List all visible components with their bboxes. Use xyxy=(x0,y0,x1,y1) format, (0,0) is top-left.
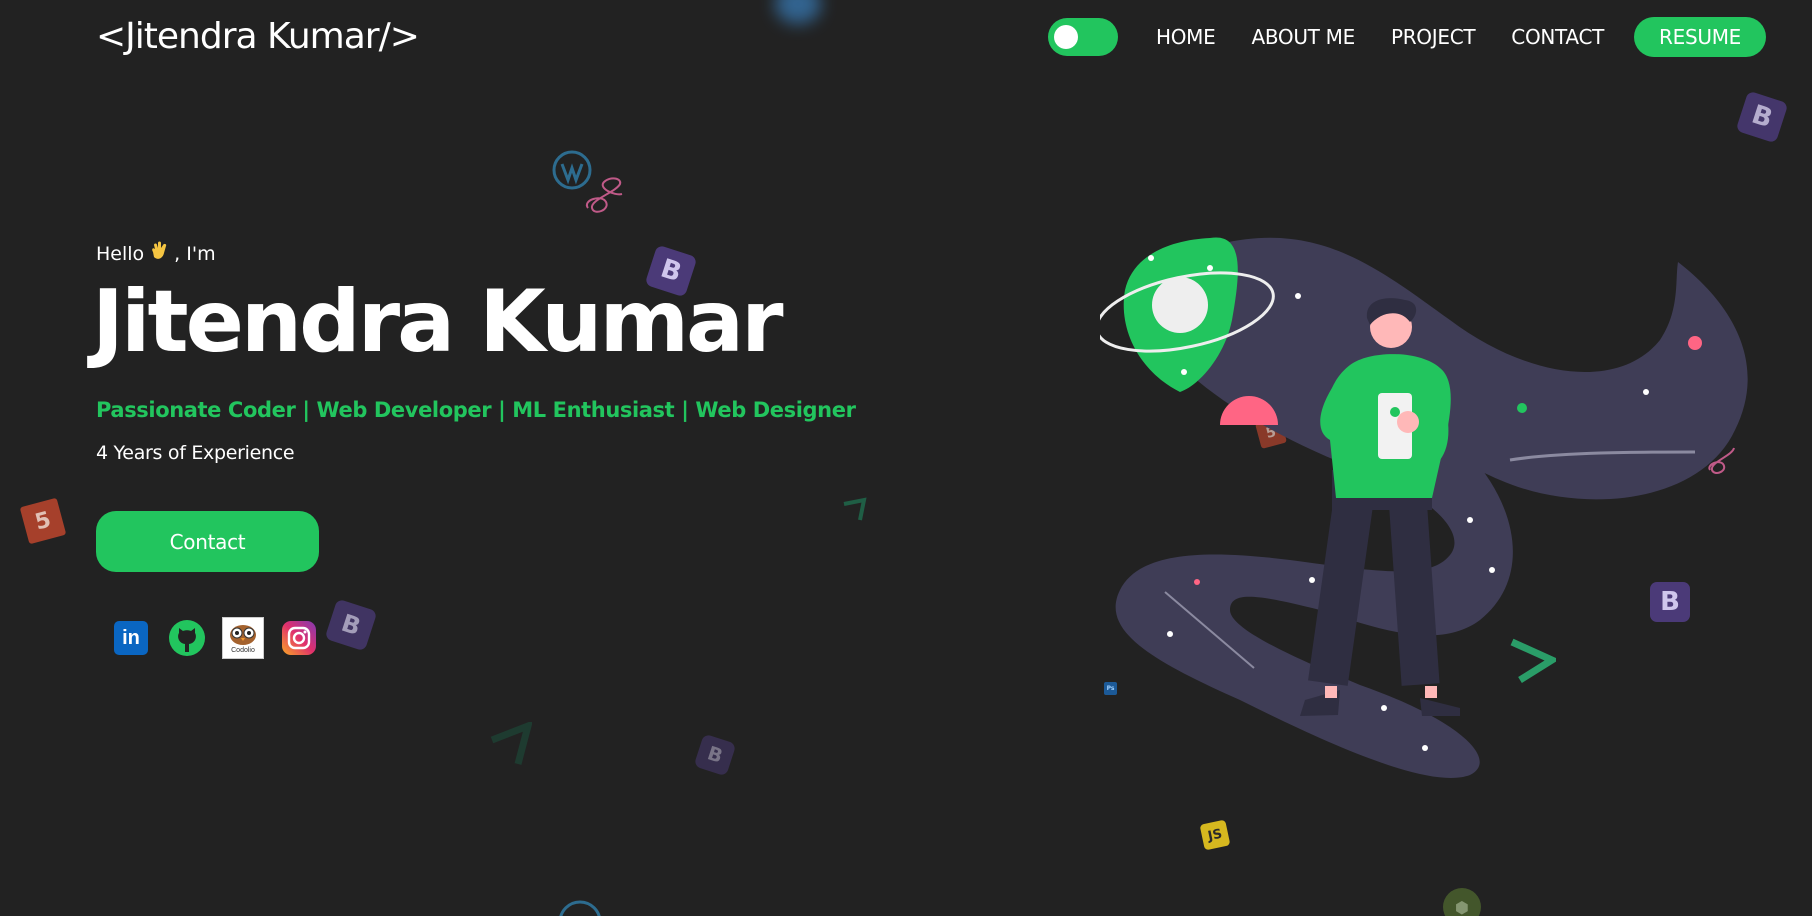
html5-icon: 5 xyxy=(19,497,67,545)
github-icon xyxy=(169,620,205,656)
contact-button[interactable]: Contact xyxy=(96,511,319,572)
instagram-icon xyxy=(282,621,316,655)
greeting: Hello , I'm xyxy=(96,240,216,267)
hero-illustration xyxy=(1100,237,1748,778)
linkedin-link[interactable]: in xyxy=(110,617,152,659)
bootstrap-icon: B xyxy=(693,733,737,777)
linkedin-icon: in xyxy=(114,621,148,655)
resume-button[interactable]: RESUME xyxy=(1634,17,1766,57)
github-link[interactable] xyxy=(166,617,208,659)
nav-contact[interactable]: CONTACT xyxy=(1511,25,1604,49)
greeting-prefix: Hello xyxy=(96,242,145,265)
codolio-icon: Codolio xyxy=(222,617,264,659)
greeting-suffix: , I'm xyxy=(174,242,216,265)
vue-icon xyxy=(490,722,532,765)
nav-about[interactable]: ABOUT ME xyxy=(1251,25,1355,49)
waving-hand-icon xyxy=(148,240,170,267)
nav-home[interactable]: HOME xyxy=(1156,25,1216,49)
blurred-blob xyxy=(775,0,821,24)
nodejs-icon: ⬢ xyxy=(1443,888,1481,916)
toggle-knob xyxy=(1053,25,1078,49)
nav-project[interactable]: PROJECT xyxy=(1391,25,1476,49)
planet-crater xyxy=(1152,277,1208,333)
instagram-link[interactable] xyxy=(278,617,320,659)
main-nav: HOME ABOUT ME PROJECT CONTACT RESUME xyxy=(1047,16,1766,58)
hero-name: Jitendra Kumar xyxy=(92,272,783,372)
wordpress-icon xyxy=(559,900,601,916)
vue-icon xyxy=(843,497,867,521)
javascript-icon: JS xyxy=(1199,819,1231,851)
tagline: Passionate Coder | Web Developer | ML En… xyxy=(96,398,856,422)
social-links: in Codolio xyxy=(110,617,334,659)
portfolio-page: B B B B B 5 5 JS Ps ⬢ <Jitendra Kumar/> … xyxy=(0,0,1812,916)
codolio-label: Codolio xyxy=(231,647,255,654)
codolio-link[interactable]: Codolio xyxy=(222,617,264,659)
site-logo[interactable]: <Jitendra Kumar/> xyxy=(96,16,420,57)
theme-toggle[interactable] xyxy=(1047,18,1118,56)
bootstrap-icon: B xyxy=(1735,90,1789,144)
experience: 4 Years of Experience xyxy=(96,442,295,464)
sass-icon xyxy=(585,177,623,213)
